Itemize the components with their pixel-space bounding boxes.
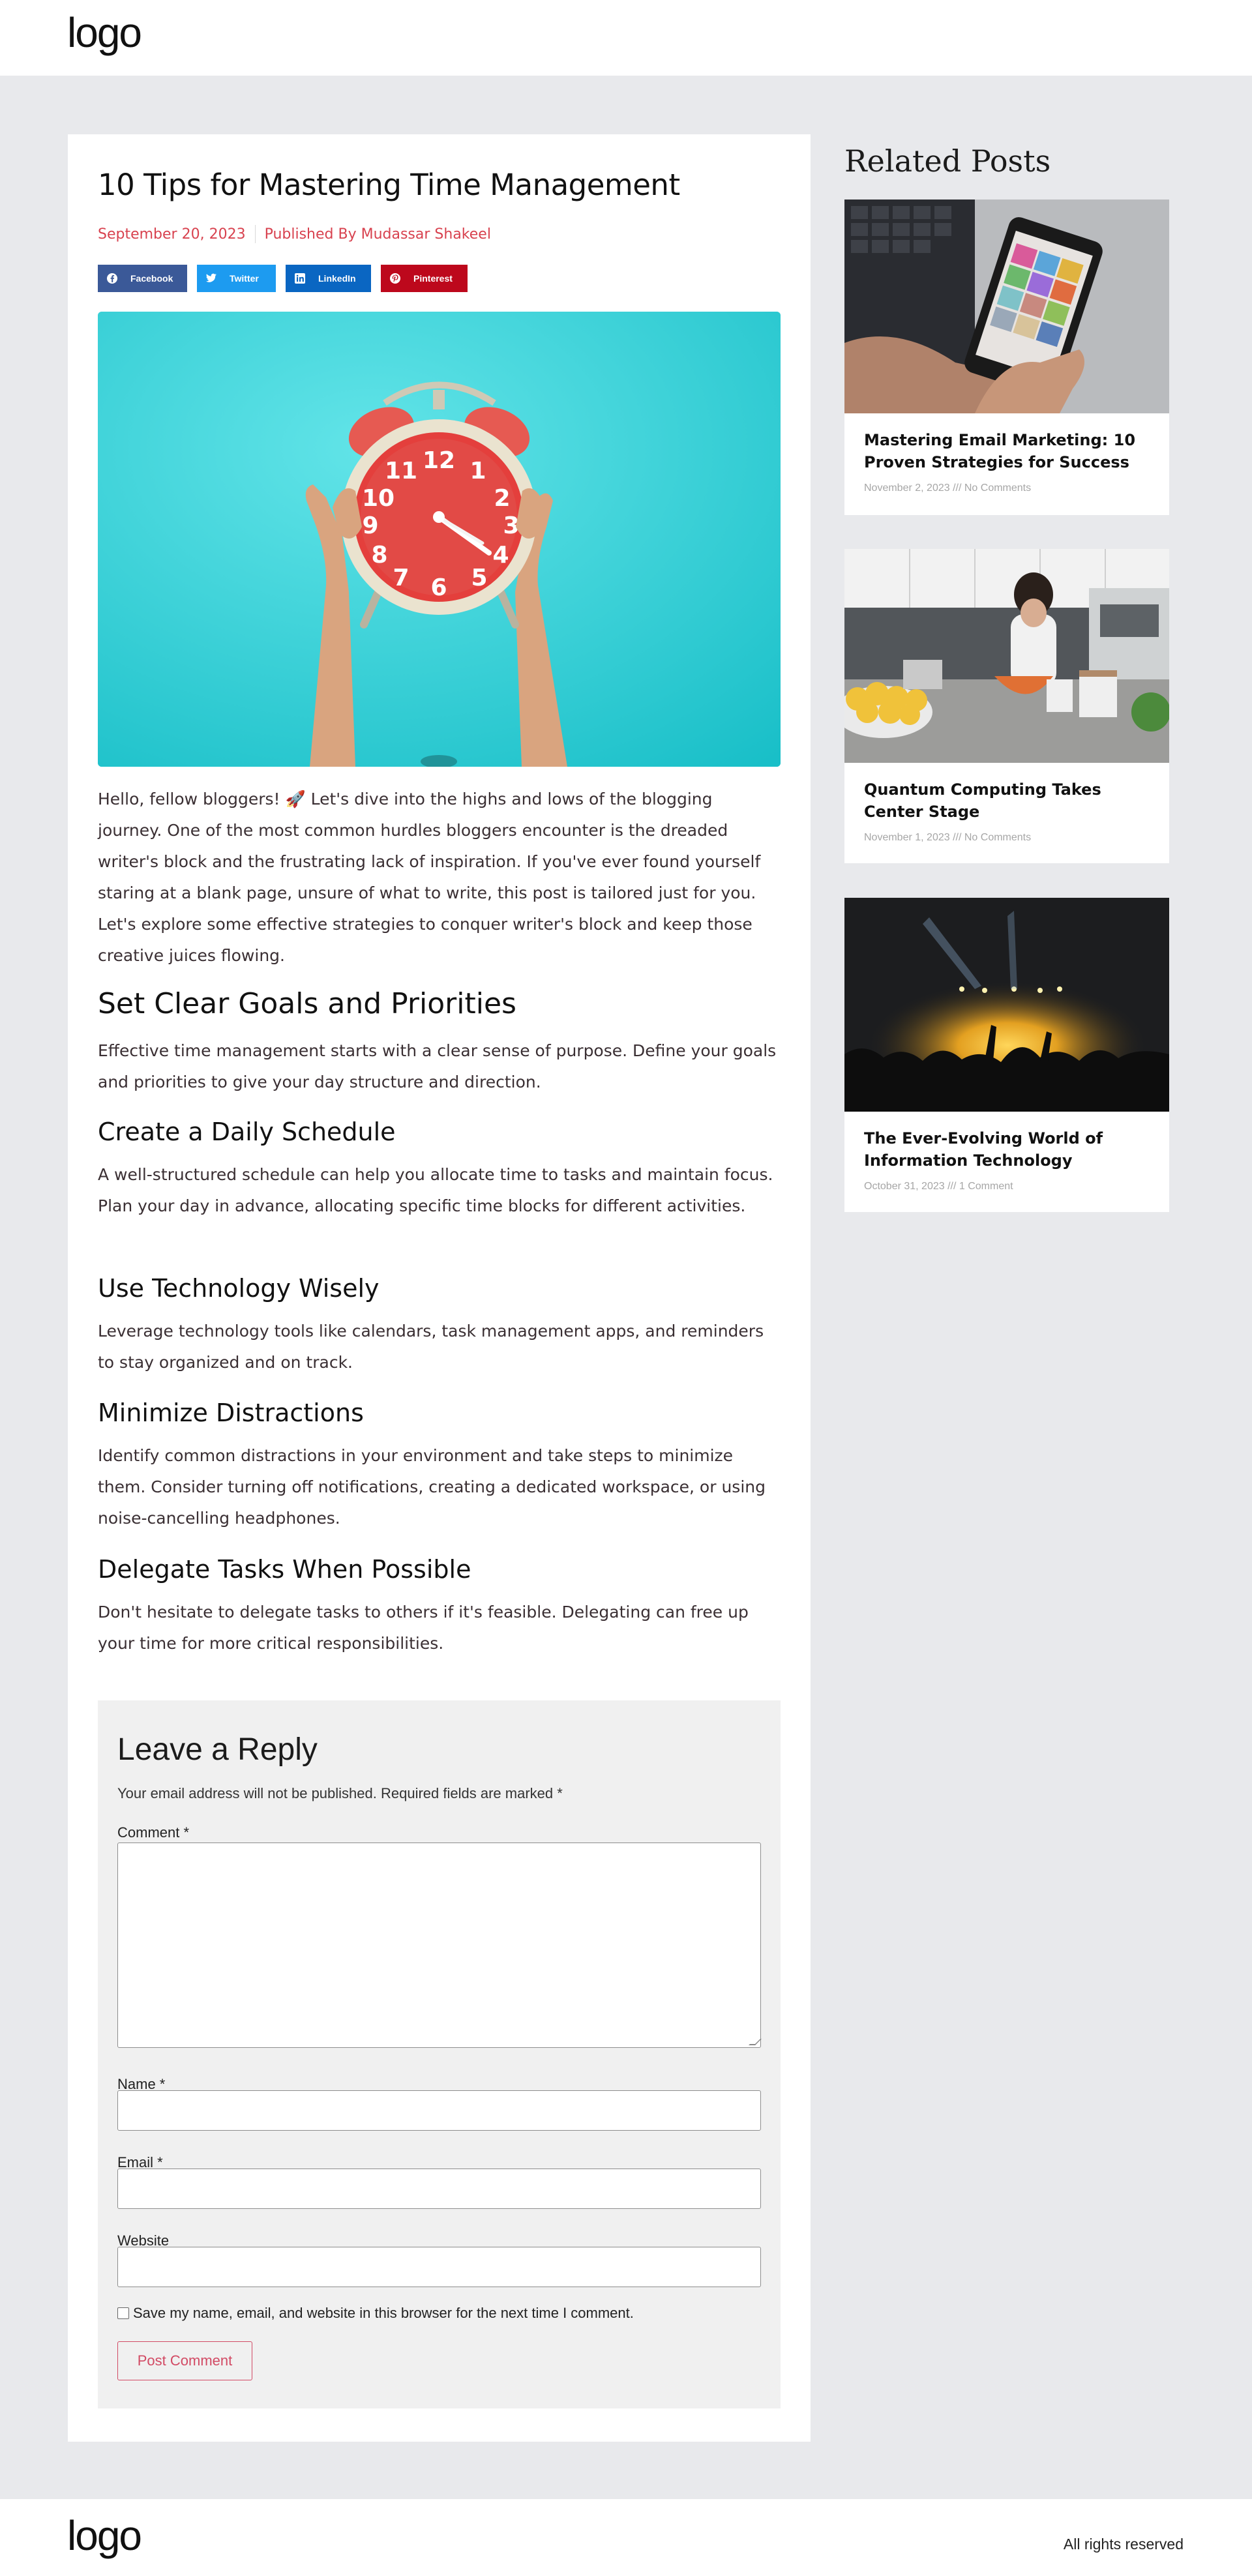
svg-text:2: 2	[494, 485, 510, 512]
section-text-technology: Leverage technology tools like calendars…	[98, 1322, 764, 1372]
email-input[interactable]	[117, 2169, 761, 2209]
site-header: logo	[0, 0, 1252, 76]
svg-text:9: 9	[362, 512, 378, 539]
footer-logo[interactable]: logo	[67, 2512, 142, 2559]
share-buttons: Facebook Twitter LinkedIn Pinterest	[98, 265, 468, 292]
pinterest-icon	[389, 272, 402, 285]
article-card: 10 Tips for Mastering Time Management Se…	[68, 134, 811, 2442]
svg-text:12: 12	[423, 447, 455, 474]
related-post-image-concert[interactable]	[844, 898, 1169, 1112]
svg-text:10: 10	[362, 485, 395, 512]
related-post-meta: October 31, 2023 /// 1 Comment	[864, 1181, 1013, 1192]
section-text-delegate: Don't hesitate to delegate tasks to othe…	[98, 1603, 749, 1653]
svg-text:6: 6	[430, 574, 447, 601]
alarm-clock-illustration: 12 1 2 3 4 5 6 7 8 9 10 11	[98, 312, 781, 767]
post-title: 10 Tips for Mastering Time Management	[98, 168, 680, 202]
related-post-image-phone[interactable]	[844, 200, 1169, 413]
header-logo[interactable]: logo	[67, 9, 142, 56]
section-heading-distractions: Minimize Distractions	[98, 1399, 364, 1427]
reply-notice: Your email address will not be published…	[117, 1785, 563, 1801]
related-post-card[interactable]: The Ever-Evolving World of Information T…	[844, 898, 1169, 1212]
post-date[interactable]: September 20, 2023	[98, 226, 246, 243]
section-heading-delegate: Delegate Tasks When Possible	[98, 1555, 471, 1584]
site-footer: logo All rights reserved	[0, 2499, 1252, 2576]
kitchen-illustration	[844, 549, 1169, 763]
reply-title: Leave a Reply	[117, 1732, 318, 1767]
save-info-checkbox[interactable]	[117, 2307, 129, 2319]
facebook-icon	[106, 272, 119, 285]
linkedin-icon	[293, 272, 306, 285]
meta-divider	[254, 225, 256, 243]
post-comment-button[interactable]: Post Comment	[117, 2341, 252, 2380]
concert-illustration	[844, 898, 1169, 1112]
section-text-goals: Effective time management starts with a …	[98, 1041, 777, 1091]
comment-textarea[interactable]	[117, 1843, 762, 2048]
related-post-card[interactable]: Mastering Email Marketing: 10 Proven Str…	[844, 200, 1169, 515]
svg-text:5: 5	[471, 565, 487, 591]
related-post-image-kitchen[interactable]	[844, 549, 1169, 763]
related-post-meta: November 1, 2023 /// No Comments	[864, 832, 1032, 843]
website-input[interactable]	[117, 2247, 761, 2287]
post-author[interactable]: Published By Mudassar Shakeel	[265, 226, 491, 243]
svg-text:8: 8	[371, 542, 387, 569]
section-text-distractions: Identify common distractions in your env…	[98, 1446, 766, 1528]
svg-text:1: 1	[470, 458, 486, 484]
resize-handle-icon[interactable]	[749, 2039, 762, 2045]
share-linkedin-label: LinkedIn	[318, 273, 356, 284]
related-post-title[interactable]: The Ever-Evolving World of Information T…	[864, 1127, 1151, 1172]
section-heading-schedule: Create a Daily Schedule	[98, 1118, 396, 1146]
post-meta: September 20, 2023 Published By Mudassar…	[98, 223, 491, 245]
related-post-card[interactable]: Quantum Computing Takes Center Stage Nov…	[844, 549, 1169, 863]
name-input[interactable]	[117, 2090, 761, 2131]
comment-label: Comment *	[117, 1824, 190, 1841]
svg-text:7: 7	[393, 565, 409, 591]
section-text-schedule: A well-structured schedule can help you …	[98, 1165, 773, 1215]
related-post-title[interactable]: Quantum Computing Takes Center Stage	[864, 778, 1151, 823]
svg-text:11: 11	[385, 458, 417, 484]
save-info-consent: Save my name, email, and website in this…	[117, 2305, 634, 2322]
svg-text:4: 4	[492, 542, 509, 569]
copyright-text: All rights reserved	[1063, 2536, 1184, 2553]
section-heading-technology: Use Technology Wisely	[98, 1274, 380, 1303]
share-facebook-label: Facebook	[130, 273, 173, 284]
related-post-meta: November 2, 2023 /// No Comments	[864, 482, 1032, 494]
related-posts-title: Related Posts	[844, 143, 1051, 179]
share-pinterest-button[interactable]: Pinterest	[381, 265, 468, 292]
share-twitter-label: Twitter	[230, 273, 259, 284]
twitter-icon	[205, 272, 218, 285]
intro-paragraph: Hello, fellow bloggers! 🚀 Let's dive int…	[98, 790, 761, 965]
related-post-title[interactable]: Mastering Email Marketing: 10 Proven Str…	[864, 429, 1151, 473]
section-heading-goals: Set Clear Goals and Priorities	[98, 987, 516, 1020]
share-linkedin-button[interactable]: LinkedIn	[286, 265, 371, 292]
share-facebook-button[interactable]: Facebook	[98, 265, 187, 292]
featured-image: 12 1 2 3 4 5 6 7 8 9 10 11	[98, 312, 781, 767]
smartphone-illustration	[844, 200, 1169, 413]
share-twitter-button[interactable]: Twitter	[197, 265, 276, 292]
save-info-label: Save my name, email, and website in this…	[133, 2305, 634, 2321]
share-pinterest-label: Pinterest	[413, 273, 453, 284]
comment-form: Leave a Reply Your email address will no…	[98, 1700, 781, 2408]
